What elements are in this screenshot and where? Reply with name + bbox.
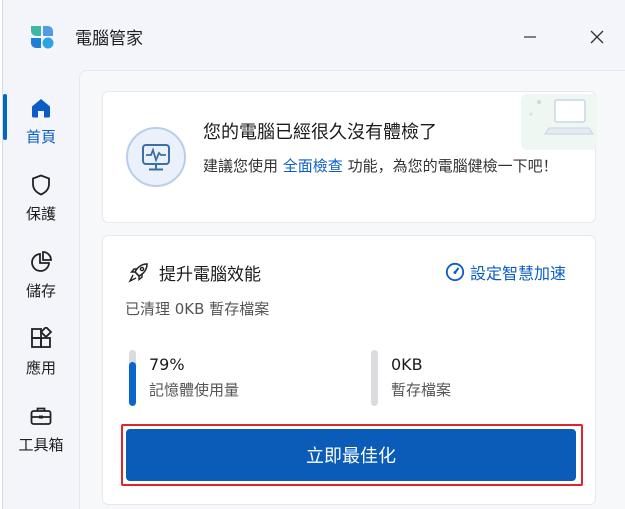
memory-usage-value: 79%	[149, 355, 185, 374]
apps-icon	[31, 327, 53, 348]
sidebar-item-protect[interactable]: 保護	[3, 161, 79, 223]
home-icon	[32, 99, 50, 118]
sidebar-item-label: 保護	[25, 205, 56, 223]
cleaned-status-text: 已清理 0KB 暫存檔案	[125, 300, 270, 318]
health-card-description: 建議您使用 全面檢查 功能，為您的電腦健檢一下吧！	[203, 154, 573, 179]
app-logo-icon	[31, 26, 54, 49]
optimize-now-button[interactable]: 立即最佳化	[126, 429, 576, 481]
description-text: 建議您使用	[203, 157, 283, 175]
title-bar: 電腦管家	[3, 0, 625, 72]
laptop-illustration-icon	[521, 94, 597, 150]
monitor-checkup-icon	[126, 127, 186, 187]
smart-boost-settings-link[interactable]: 設定智慧加速	[445, 260, 566, 284]
sidebar-item-label: 應用	[25, 359, 56, 377]
smart-boost-label: 設定智慧加速	[470, 264, 567, 283]
main-content: 您的電腦已經很久沒有體檢了 建議您使用 全面檢查 功能，為您的電腦健檢一下吧！ …	[79, 70, 625, 509]
sidebar-item-label: 儲存	[25, 282, 56, 300]
performance-card: 提升電腦效能 設定智慧加速 已清理 0KB 暫存檔案 79% 記憶體使用量 0K…	[102, 235, 596, 505]
sidebar-item-home[interactable]: 首頁	[3, 84, 79, 146]
memory-usage-fill	[129, 361, 136, 406]
close-icon	[590, 30, 604, 44]
temp-files-bar	[371, 350, 378, 406]
health-check-card: 您的電腦已經很久沒有體檢了 建議您使用 全面檢查 功能，為您的電腦健檢一下吧！	[102, 91, 597, 223]
sidebar-item-label: 首頁	[25, 128, 56, 146]
memory-usage-bar	[129, 350, 136, 406]
sidebar-item-apps[interactable]: 應用	[3, 315, 79, 377]
shield-icon	[32, 174, 50, 196]
temp-files-value: 0KB	[391, 355, 423, 374]
close-button[interactable]	[582, 22, 612, 52]
sidebar-item-label: 工具箱	[18, 436, 64, 454]
memory-usage-label: 記憶體使用量	[149, 381, 240, 399]
pc-manager-window: 電腦管家 首頁 保護 儲存 應用 工具箱 您的電腦已經很久沒有體檢了 建議您使用…	[2, 0, 625, 509]
minimize-button[interactable]	[515, 22, 545, 52]
full-scan-link[interactable]: 全面檢查	[283, 157, 343, 175]
speedometer-icon	[445, 262, 465, 282]
sidebar-item-toolbox[interactable]: 工具箱	[3, 392, 79, 454]
temp-files-label: 暫存檔案	[391, 381, 452, 399]
rocket-icon	[128, 263, 148, 283]
app-title: 電腦管家	[75, 29, 143, 49]
pie-chart-icon	[31, 251, 52, 272]
minimize-icon	[524, 36, 536, 38]
performance-card-title: 提升電腦效能	[159, 265, 261, 285]
toolbox-icon	[30, 407, 52, 425]
health-card-title: 您的電腦已經很久沒有體檢了	[203, 122, 437, 143]
sidebar-item-storage[interactable]: 儲存	[3, 238, 79, 300]
description-text: 功能，為您的電腦健檢一下吧！	[342, 157, 558, 175]
